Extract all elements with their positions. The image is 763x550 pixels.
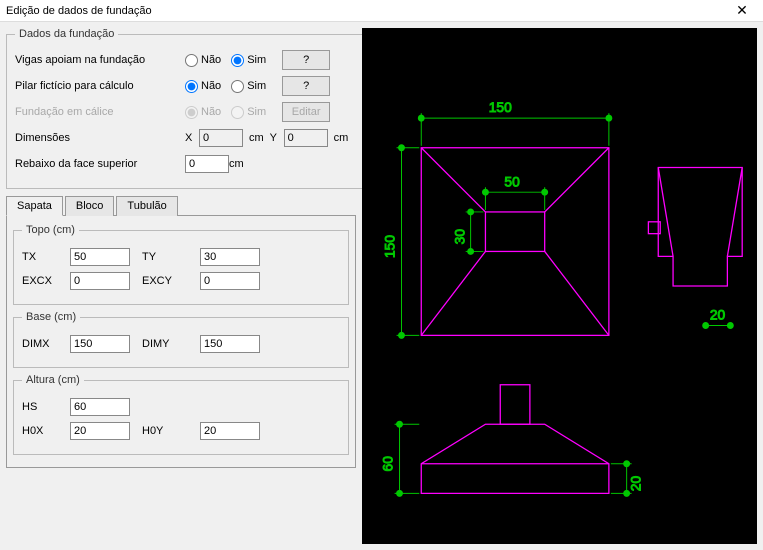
calice-editar-button: Editar (282, 102, 330, 122)
vigas-sim[interactable]: Sim (231, 54, 266, 67)
row-rebaixo: Rebaixo da face superior cm (15, 152, 354, 176)
dim-x-input (199, 129, 243, 147)
pilar-nao[interactable]: Não (185, 80, 221, 93)
pilar-sim[interactable]: Sim (231, 80, 266, 93)
excy-input[interactable] (200, 272, 260, 290)
dimy-input[interactable] (200, 335, 260, 353)
vigas-label: Vigas apoiam na fundação (15, 54, 185, 66)
pilar-label: Pilar fictício para cálculo (15, 80, 185, 92)
dim-y-label: Y (270, 132, 284, 144)
row-dimensoes: Dimensões X cm Y cm (15, 126, 354, 150)
dim-50: 50 (504, 173, 520, 189)
dim-30: 30 (452, 229, 468, 245)
dim-20-elev: 20 (627, 476, 643, 492)
vigas-nao[interactable]: Não (185, 54, 221, 67)
ty-label: TY (142, 251, 200, 263)
hs-input[interactable] (70, 398, 130, 416)
base-legend: Base (cm) (22, 311, 80, 323)
rebaixo-unit: cm (229, 158, 244, 170)
dimx-input[interactable] (70, 335, 130, 353)
dim-150-top: 150 (489, 99, 512, 115)
h0y-label: H0Y (142, 425, 200, 437)
tab-tubulao[interactable]: Tubulão (116, 196, 177, 216)
excx-label: EXCX (22, 275, 70, 287)
h0y-input[interactable] (200, 422, 260, 440)
h0x-label: H0X (22, 425, 70, 437)
h0x-input[interactable] (70, 422, 130, 440)
dim-20-right: 20 (710, 307, 726, 323)
calice-sim: Sim (231, 106, 266, 119)
row-pilar: Pilar fictício para cálculo Não Sim ? (15, 74, 354, 98)
cad-canvas: 150 50 30 150 20 (362, 28, 757, 544)
dim-x-label: X (185, 132, 199, 144)
close-icon[interactable]: ✕ (727, 2, 757, 19)
base-group: Base (cm) DIMX DIMY (13, 311, 349, 368)
topo-group: Topo (cm) TX TY EXCX EXCY (13, 224, 349, 305)
dim-150-left: 150 (382, 235, 398, 258)
dados-fundacao-group: Dados da fundação Vigas apoiam na fundaç… (6, 28, 363, 189)
excy-label: EXCY (142, 275, 200, 287)
tab-sapata[interactable]: Sapata (6, 196, 63, 216)
tx-label: TX (22, 251, 70, 263)
dimy-label: DIMY (142, 338, 200, 350)
window-title: Edição de dados de fundação (6, 5, 152, 17)
pilar-help-button[interactable]: ? (282, 76, 330, 96)
calice-nao: Não (185, 106, 221, 119)
dimx-label: DIMX (22, 338, 70, 350)
tab-body: Topo (cm) TX TY EXCX EXCY Base (cm) DIMX (6, 216, 356, 468)
titlebar: Edição de dados de fundação ✕ (0, 0, 763, 22)
rebaixo-input[interactable] (185, 155, 229, 173)
row-vigas: Vigas apoiam na fundação Não Sim ? (15, 48, 354, 72)
vigas-help-button[interactable]: ? (282, 50, 330, 70)
tabs: Sapata Bloco Tubulão (6, 195, 356, 216)
hs-label: HS (22, 401, 70, 413)
form-pane: Dados da fundação Vigas apoiam na fundaç… (0, 22, 362, 550)
excx-input[interactable] (70, 272, 130, 290)
dim-y-input (284, 129, 328, 147)
dados-legend: Dados da fundação (15, 28, 118, 40)
dim-label: Dimensões (15, 132, 185, 144)
altura-legend: Altura (cm) (22, 374, 84, 386)
calice-label: Fundação em cálice (15, 106, 185, 118)
altura-group: Altura (cm) HS H0X H0Y (13, 374, 349, 455)
dim-y-unit: cm (334, 132, 349, 144)
tab-bloco[interactable]: Bloco (65, 196, 115, 216)
rebaixo-label: Rebaixo da face superior (15, 158, 185, 170)
tx-input[interactable] (70, 248, 130, 266)
dim-60: 60 (380, 456, 396, 472)
ty-input[interactable] (200, 248, 260, 266)
topo-legend: Topo (cm) (22, 224, 79, 236)
dim-x-unit: cm (249, 132, 264, 144)
row-calice: Fundação em cálice Não Sim Editar (15, 100, 354, 124)
